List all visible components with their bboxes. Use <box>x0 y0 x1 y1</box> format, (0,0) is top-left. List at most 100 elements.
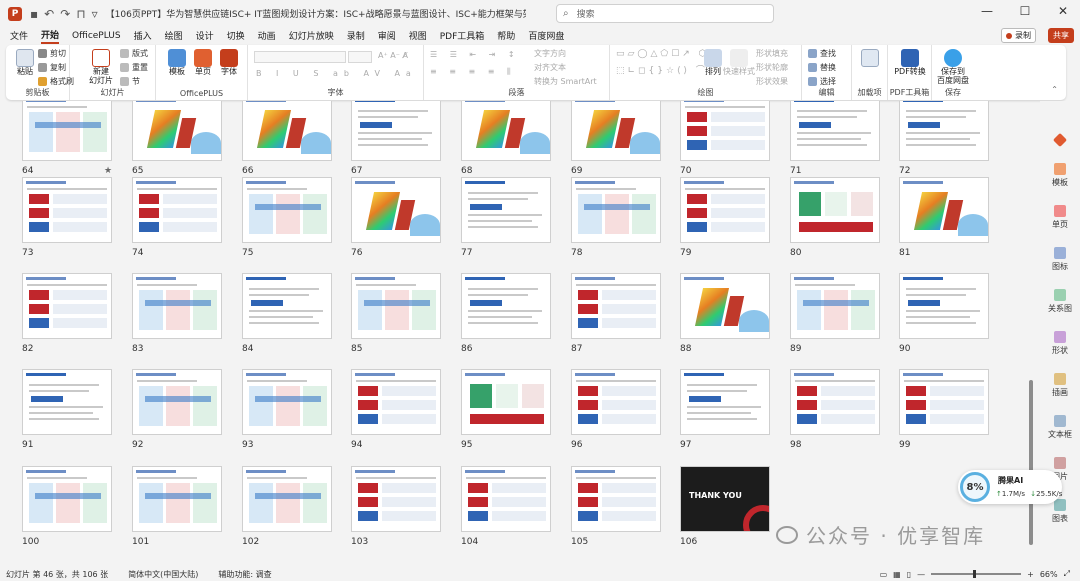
side-pane-item[interactable]: 形状 <box>1040 331 1080 356</box>
view-normal-icon[interactable]: ▭ <box>880 570 888 579</box>
slide-thumbnail[interactable] <box>790 177 880 243</box>
zoom-slider[interactable] <box>931 570 1022 578</box>
tab-3[interactable]: 插入 <box>134 29 152 42</box>
side-pane-logo[interactable] <box>1040 132 1080 148</box>
slide-thumbnail[interactable] <box>790 101 880 161</box>
side-pane-item[interactable]: 插画 <box>1040 373 1080 398</box>
list-buttons[interactable]: ☰ ☰ ⇤ ⇥ ↕ <box>430 50 520 59</box>
ai-speed-widget[interactable]: 8% 腾果AI ↑1.7M/s ↓25.5K/s <box>958 470 1062 504</box>
copy-button[interactable]: 复制 <box>38 62 66 73</box>
text-direction-button[interactable]: 文字方向 <box>534 48 566 59</box>
slide-thumbnail[interactable] <box>242 273 332 339</box>
slide-thumbnail[interactable] <box>132 273 222 339</box>
undo-icon[interactable]: ↶ <box>44 7 54 21</box>
slide-thumbnail[interactable] <box>790 273 880 339</box>
pin-icon[interactable]: ⊓ <box>76 7 85 21</box>
customize-qat-icon[interactable]: ▿ <box>92 7 98 21</box>
slide-thumbnail[interactable] <box>132 466 222 532</box>
find-button[interactable]: 查找 <box>808 48 836 59</box>
tab-6[interactable]: 切换 <box>227 29 245 42</box>
format-painter-button[interactable]: 格式刷 <box>38 76 74 87</box>
maximize-icon[interactable]: ☐ <box>1016 4 1034 18</box>
slide-thumbnail[interactable] <box>132 177 222 243</box>
slide-thumbnail[interactable] <box>22 273 112 339</box>
close-icon[interactable]: ✕ <box>1054 4 1072 18</box>
select-button[interactable]: 选择 <box>808 76 836 87</box>
pdf-convert-button[interactable]: PDF转换 <box>893 49 927 76</box>
reset-button[interactable]: 重置 <box>120 62 148 73</box>
view-reading-icon[interactable]: ▯ <box>907 570 911 579</box>
zoom-level[interactable]: 66% <box>1040 570 1058 579</box>
tab-0[interactable]: 文件 <box>10 29 28 42</box>
tab-5[interactable]: 设计 <box>196 29 214 42</box>
tab-7[interactable]: 动画 <box>258 29 276 42</box>
slide-thumbnail[interactable] <box>899 101 989 161</box>
slide-thumbnail[interactable] <box>242 369 332 435</box>
redo-icon[interactable]: ↷ <box>60 7 70 21</box>
slide-thumbnail[interactable] <box>571 177 661 243</box>
align-buttons[interactable]: ≡ ≡ ≡ ≡ ⫼ <box>430 67 516 77</box>
addins-button[interactable] <box>853 49 887 67</box>
slide-thumbnail[interactable] <box>571 101 661 161</box>
slide-thumbnail[interactable] <box>899 177 989 243</box>
accessibility-status[interactable]: 辅助功能: 调查 <box>218 569 271 580</box>
side-pane-item[interactable]: 图标 <box>1040 247 1080 272</box>
slide-thumbnail[interactable] <box>351 466 441 532</box>
tab-13[interactable]: 帮助 <box>497 29 515 42</box>
slide-thumbnail[interactable] <box>571 273 661 339</box>
share-button[interactable]: 共享 <box>1048 28 1074 43</box>
zoom-in-icon[interactable]: + <box>1027 570 1034 579</box>
language-status[interactable]: 简体中文(中国大陆) <box>128 569 198 580</box>
slide-thumbnail[interactable] <box>571 466 661 532</box>
slide-thumbnail[interactable] <box>132 369 222 435</box>
shape-fill-button[interactable]: 形状填充 <box>756 48 788 59</box>
fit-to-window-icon[interactable]: ⤢ <box>1064 569 1070 579</box>
tab-2[interactable]: OfficePLUS <box>72 31 121 41</box>
view-sorter-icon[interactable]: ▦ <box>893 570 901 579</box>
record-button[interactable]: 录制 <box>1001 28 1036 43</box>
slide-thumbnail[interactable] <box>461 369 551 435</box>
side-pane-item[interactable]: 单页 <box>1040 205 1080 230</box>
slide-thumbnail[interactable] <box>571 369 661 435</box>
slide-thumbnail[interactable] <box>680 369 770 435</box>
tab-10[interactable]: 审阅 <box>378 29 396 42</box>
slide-thumbnail[interactable] <box>351 369 441 435</box>
slide-thumbnail[interactable] <box>22 177 112 243</box>
zoom-out-icon[interactable]: — <box>917 570 925 579</box>
slide-thumbnail[interactable] <box>132 101 222 161</box>
new-slide-button[interactable]: 新建 幻灯片 <box>84 49 118 85</box>
slide-thumbnail[interactable] <box>461 273 551 339</box>
paste-button[interactable]: 粘贴 <box>8 49 42 76</box>
tab-9[interactable]: 录制 <box>347 29 365 42</box>
shape-outline-button[interactable]: 形状轮廓 <box>756 62 788 73</box>
quick-styles-button[interactable]: 快速样式 <box>722 49 756 76</box>
search-input[interactable]: ⌕ 搜索 <box>556 4 774 23</box>
tab-14[interactable]: 百度网盘 <box>528 29 564 42</box>
slide-thumbnail[interactable] <box>680 177 770 243</box>
shape-effects-button[interactable]: 形状效果 <box>756 76 788 87</box>
side-pane-item[interactable]: 文本框 <box>1040 415 1080 440</box>
shapes-gallery-row2[interactable]: ⬚∟◻{}☆⟨⟩ ⌒ <box>616 63 708 76</box>
tab-8[interactable]: 幻灯片放映 <box>289 29 334 42</box>
slide-thumbnail[interactable] <box>351 177 441 243</box>
slide-thumbnail[interactable] <box>242 177 332 243</box>
replace-button[interactable]: 替换 <box>808 62 836 73</box>
vertical-scrollbar[interactable] <box>1029 380 1033 545</box>
font-button[interactable]: 字体 <box>212 49 246 76</box>
tab-4[interactable]: 绘图 <box>165 29 183 42</box>
slide-thumbnail[interactable] <box>461 466 551 532</box>
save-baidu-button[interactable]: 保存到 百度网盘 <box>936 49 970 85</box>
font-size-buttons[interactable]: A⁺ A⁻ A̸ <box>378 51 408 60</box>
slide-thumbnail[interactable] <box>351 273 441 339</box>
font-name-select[interactable] <box>254 51 346 63</box>
cut-button[interactable]: 剪切 <box>38 48 66 59</box>
minimize-icon[interactable]: — <box>978 4 996 18</box>
tab-11[interactable]: 视图 <box>409 29 427 42</box>
slide-thumbnail[interactable] <box>22 466 112 532</box>
slide-thumbnail[interactable] <box>242 466 332 532</box>
slide-thumbnail[interactable] <box>351 101 441 161</box>
slide-thumbnail[interactable] <box>680 273 770 339</box>
slide-thumbnail[interactable] <box>242 101 332 161</box>
side-pane-item[interactable]: 模板 <box>1040 163 1080 188</box>
section-button[interactable]: 节 <box>120 76 140 87</box>
